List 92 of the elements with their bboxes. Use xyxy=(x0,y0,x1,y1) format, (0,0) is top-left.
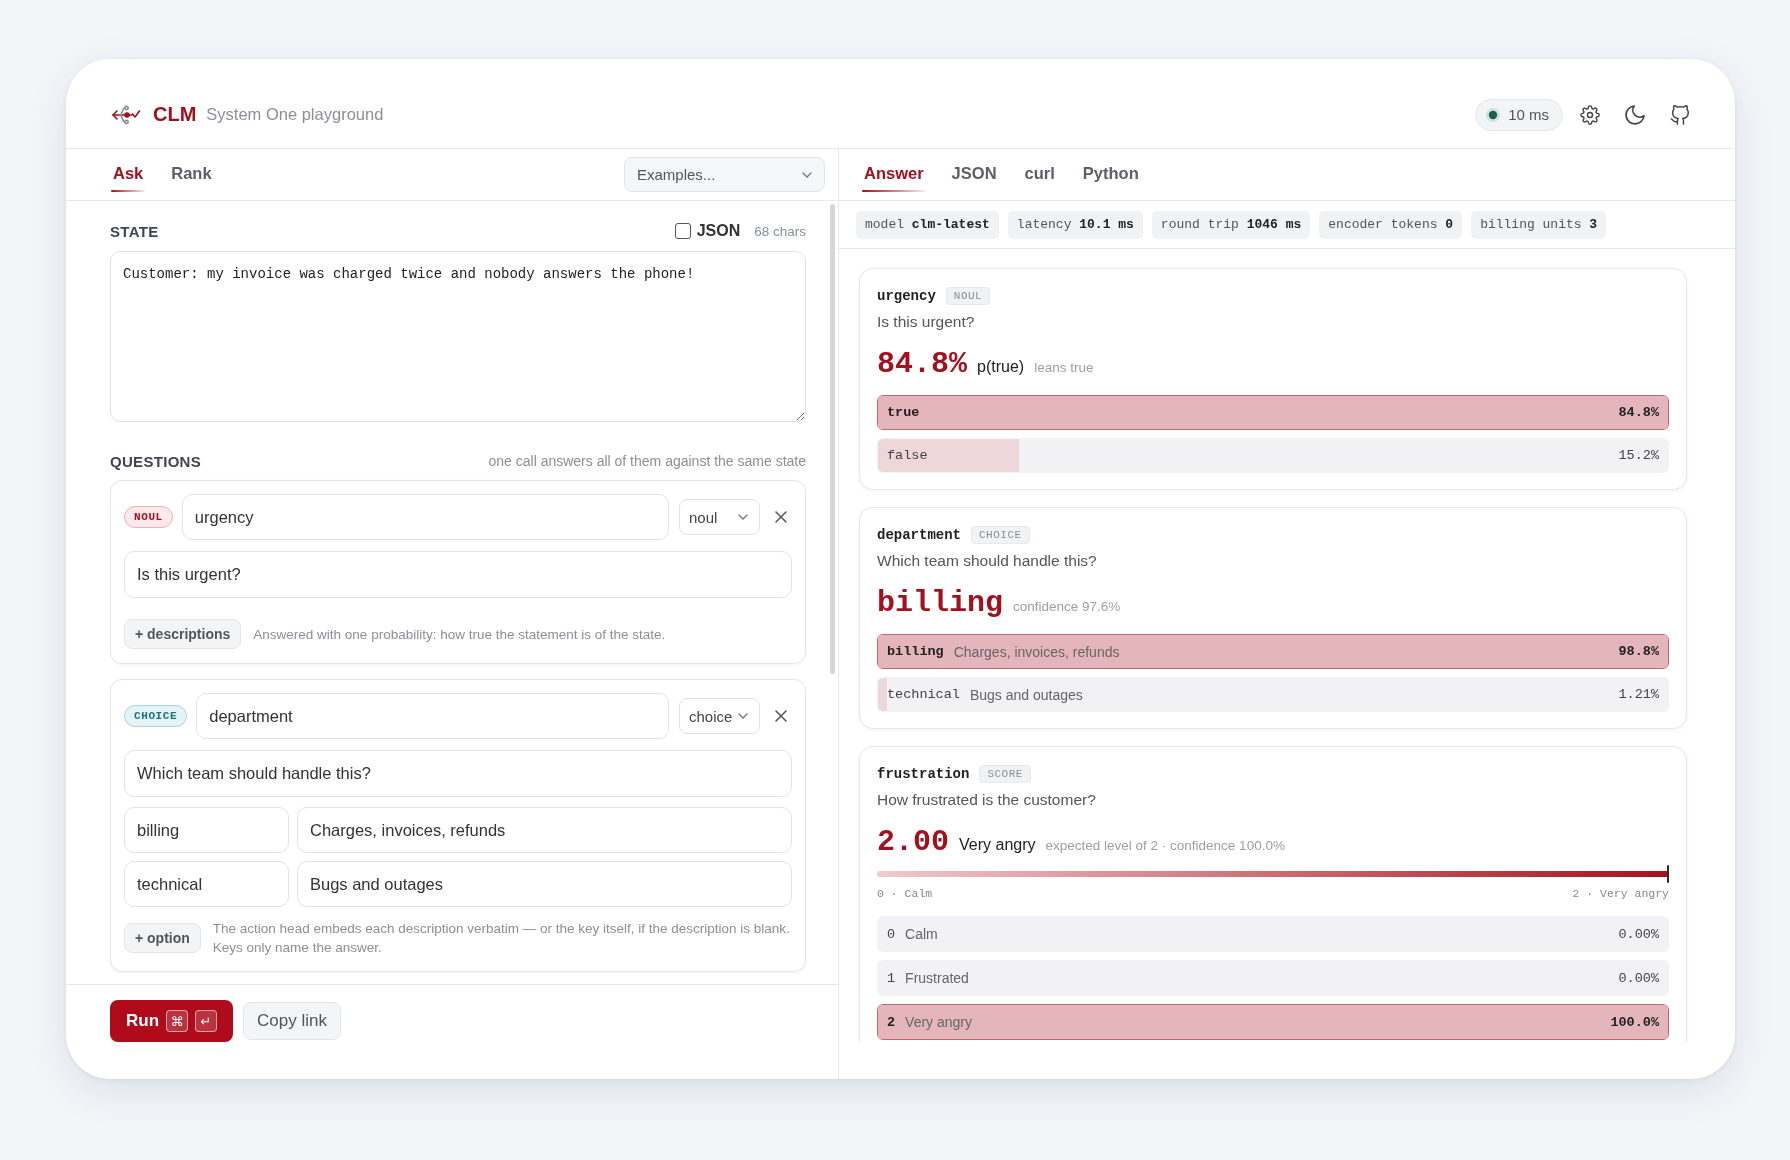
bar-description: Calm xyxy=(905,926,938,942)
bar-value: 100.0% xyxy=(1610,1014,1659,1030)
copy-link-button[interactable]: Copy link xyxy=(243,1002,341,1040)
scrollbar-thumb[interactable] xyxy=(830,204,835,674)
bar-label: billing xyxy=(887,644,944,659)
bar-label: 0 xyxy=(887,926,896,942)
bar-label: true xyxy=(887,405,920,420)
app-title: CLM xyxy=(153,103,197,126)
bar-value: 0.00% xyxy=(1618,970,1659,986)
bar-description: Very angry xyxy=(905,1014,973,1030)
close-icon[interactable] xyxy=(775,511,787,523)
question-text: How frustrated is the customer? xyxy=(877,790,1097,810)
tab[interactable]: Ask xyxy=(111,156,146,193)
bar-description: Frustrated xyxy=(905,970,969,986)
gauge-marker xyxy=(1667,865,1669,883)
headline-note: expected level of 2 · confidence 100.0% xyxy=(1045,838,1285,853)
hint-text: Answered with one probability: how true the statement is of the state. xyxy=(253,625,666,644)
option-description-input[interactable]: Bugs and outages xyxy=(297,861,792,907)
question-input[interactable]: Which team should handle this? xyxy=(124,750,792,797)
bar-label: 1 xyxy=(887,970,896,986)
section-note: one call answers all of them against the same state xyxy=(488,453,806,469)
tab[interactable]: Python xyxy=(1080,156,1141,193)
run-button[interactable]: Run ⌘ ↵ xyxy=(110,1000,234,1042)
type-dropdown[interactable]: noul xyxy=(679,499,760,535)
settings-icon[interactable] xyxy=(1580,104,1600,125)
logo-icon xyxy=(111,103,141,126)
option-description-input[interactable]: Charges, invoices, refunds xyxy=(297,807,792,853)
type-dropdown[interactable]: choice xyxy=(679,698,760,734)
option-key-input[interactable]: billing xyxy=(124,807,289,853)
kind-tag: NOUL xyxy=(945,287,991,305)
tab[interactable]: Answer xyxy=(862,156,926,193)
bar-label: false xyxy=(887,448,928,463)
tab[interactable]: JSON xyxy=(949,156,999,193)
stat-chip: model clm-latest xyxy=(856,210,999,239)
bar-value: 84.8% xyxy=(1618,405,1659,420)
headline-note: confidence 97.6% xyxy=(1013,599,1121,614)
github-icon[interactable] xyxy=(1670,104,1690,125)
headline-label: Very angry xyxy=(959,836,1036,854)
bar-value: 1.21% xyxy=(1618,687,1659,702)
stat-chip: round trip 1046 ms xyxy=(1151,210,1311,239)
add-button[interactable]: + descriptions xyxy=(124,619,242,649)
question-text: Which team should handle this? xyxy=(877,551,1098,571)
status-dot-icon xyxy=(1486,107,1501,122)
question-input[interactable]: Is this urgent? xyxy=(124,551,792,598)
headline-value: 2.00 xyxy=(877,824,949,860)
bar-label: 2 xyxy=(887,1014,896,1030)
moon-icon[interactable] xyxy=(1625,104,1645,125)
bar-description: Charges, invoices, refunds xyxy=(953,643,1120,660)
latency-text: 10 ms xyxy=(1508,106,1549,123)
bar-value: 0.00% xyxy=(1618,926,1659,942)
examples-dropdown[interactable]: Examples... xyxy=(624,157,825,192)
caret-icon xyxy=(802,171,812,178)
bar-value: 98.8% xyxy=(1618,644,1659,659)
headline-label: p(true) xyxy=(977,358,1025,376)
question-key: frustration xyxy=(877,766,970,782)
question-key: urgency xyxy=(877,288,936,304)
json-checkbox[interactable] xyxy=(674,223,691,239)
stat-chip: billing units 3 xyxy=(1471,210,1607,239)
kind-tag: CHOICE xyxy=(971,526,1030,544)
char-count: 68 chars xyxy=(754,223,806,239)
option-key-input[interactable]: technical xyxy=(124,861,289,907)
headline-note: leans true xyxy=(1034,360,1094,375)
bar-label: technical xyxy=(887,687,960,702)
stat-chip: latency 10.1 ms xyxy=(1007,210,1143,239)
section-label: QUESTIONS xyxy=(110,452,202,470)
gauge-max-label: 2 · Very angry xyxy=(1572,887,1669,901)
app-subtitle: System One playground xyxy=(206,105,384,124)
key-input[interactable]: urgency xyxy=(181,494,669,540)
section-label: STATE xyxy=(110,222,159,240)
headline-value: billing xyxy=(877,585,1004,621)
shortcut-key: ⌘ xyxy=(166,1010,189,1032)
bar-value: 15.2% xyxy=(1618,448,1659,463)
caret-icon xyxy=(738,713,748,719)
key-input[interactable]: department xyxy=(196,693,669,739)
gauge-min-label: 0 · Calm xyxy=(877,887,933,901)
stat-chip: encoder tokens 0 xyxy=(1319,210,1463,239)
kind-tag: NOUL xyxy=(124,506,173,528)
checkbox-label[interactable]: JSON xyxy=(696,222,741,240)
tab[interactable]: curl xyxy=(1022,156,1057,193)
bar-description: Bugs and outages xyxy=(969,686,1083,703)
shortcut-key: ↵ xyxy=(195,1010,218,1032)
add-button[interactable]: + option xyxy=(124,923,201,953)
state-textarea[interactable]: Customer: my invoice was charged twice and nobody answers the phone! xyxy=(110,251,806,422)
tab[interactable]: Rank xyxy=(169,156,214,193)
kind-tag: CHOICE xyxy=(124,705,188,727)
caret-icon xyxy=(738,514,748,520)
headline-value: 84.8% xyxy=(877,346,967,382)
question-key: department xyxy=(877,527,961,543)
question-text: Is this urgent? xyxy=(877,312,976,332)
kind-tag: SCORE xyxy=(979,765,1031,783)
close-icon[interactable] xyxy=(775,710,787,722)
hint-text: The action head embeds each description verbatim — or the key itself, if the description is blank. Keys only name the answer. xyxy=(212,920,791,957)
